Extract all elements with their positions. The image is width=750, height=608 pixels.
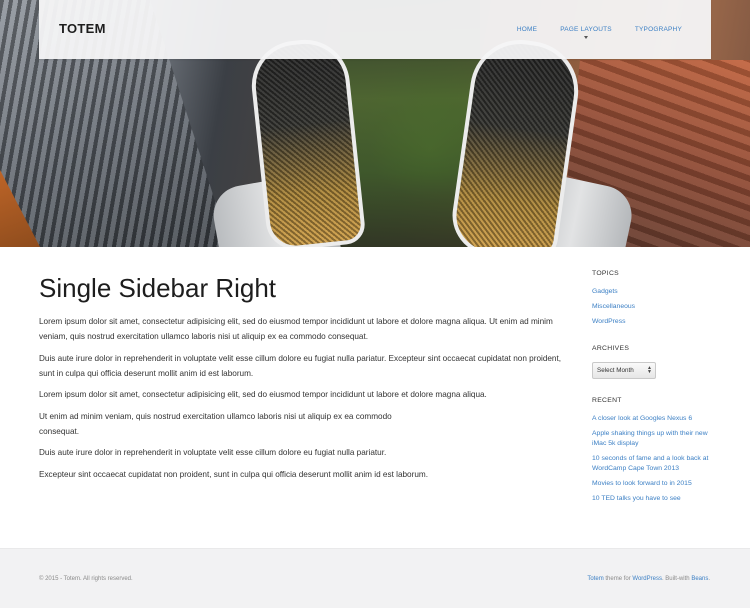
nav-typography[interactable]: TYPOGRAPHY [635, 26, 682, 33]
paragraph: Lorem ipsum dolor sit amet, consectetur … [39, 390, 487, 399]
paragraph: Lorem ipsum dolor sit amet, consectetur … [39, 317, 553, 341]
recent-widget: RECENT A closer look at Googles Nexus 6 … [592, 397, 717, 504]
recent-post-link[interactable]: A closer look at Googles Nexus 6 [592, 414, 717, 424]
nav-home[interactable]: HOME [517, 26, 537, 33]
main-content: Single Sidebar Right Lorem ipsum dolor s… [39, 272, 571, 488]
recent-title: RECENT [592, 397, 622, 404]
chevron-down-icon [584, 36, 589, 39]
site-footer: © 2015 - Totem. All rights reserved. Tot… [0, 548, 750, 608]
footer-credits: Totem theme for WordPress. Built-with Be… [587, 576, 710, 582]
beans-link[interactable]: Beans [691, 576, 708, 582]
recent-list: A closer look at Googles Nexus 6 Apple s… [592, 414, 717, 504]
topics-title: TOPICS [592, 270, 619, 277]
recent-post-link[interactable]: 10 seconds of fame and a look back at Wo… [592, 454, 717, 474]
sidebar: TOPICS Gadgets Miscellaneous WordPress A… [592, 270, 717, 509]
topic-link[interactable]: WordPress [592, 317, 717, 327]
main-nav: HOME PAGE LAYOUTS TYPOGRAPHY [494, 26, 682, 39]
paragraph: Ut enim ad minim veniam, quis nostrud ex… [39, 411, 392, 421]
archives-widget: ARCHIVES Select Month ▲ ▼ [592, 345, 717, 379]
wordpress-link[interactable]: WordPress [632, 576, 662, 582]
nav-page-layouts-label: PAGE LAYOUTS [560, 26, 612, 33]
archives-select-value: Select Month [597, 367, 634, 374]
paragraph: Duis aute irure dolor in reprehenderit i… [39, 353, 562, 378]
site-header: TOTEM HOME PAGE LAYOUTS TYPOGRAPHY [39, 0, 711, 59]
recent-post-link[interactable]: 10 TED talks you have to see [592, 494, 717, 504]
archives-title: ARCHIVES [592, 345, 630, 352]
recent-post-link[interactable]: Movies to look forward to in 2015 [592, 479, 717, 489]
topics-list: Gadgets Miscellaneous WordPress [592, 287, 717, 327]
credit-text: . [708, 576, 710, 582]
paragraph: consequat. [39, 426, 80, 436]
select-arrows-icon: ▲ ▼ [647, 365, 652, 375]
archives-select[interactable]: Select Month ▲ ▼ [592, 362, 656, 379]
topic-link[interactable]: Gadgets [592, 287, 717, 297]
theme-link[interactable]: Totem [587, 576, 603, 582]
site-logo[interactable]: TOTEM [59, 21, 106, 36]
topics-widget: TOPICS Gadgets Miscellaneous WordPress [592, 270, 717, 327]
nav-page-layouts[interactable]: PAGE LAYOUTS [560, 26, 612, 39]
page-title: Single Sidebar Right [39, 273, 277, 303]
copyright-text: © 2015 - Totem. All rights reserved. [39, 576, 133, 582]
paragraph: Duis aute irure dolor in reprehenderit i… [39, 448, 387, 457]
credit-text: theme for [603, 576, 633, 582]
recent-post-link[interactable]: Apple shaking things up with their new i… [592, 429, 717, 449]
topic-link[interactable]: Miscellaneous [592, 302, 717, 312]
paragraph: Excepteur sint occaecat cupidatat non pr… [39, 469, 428, 479]
credit-text: . Built-with [661, 576, 692, 582]
